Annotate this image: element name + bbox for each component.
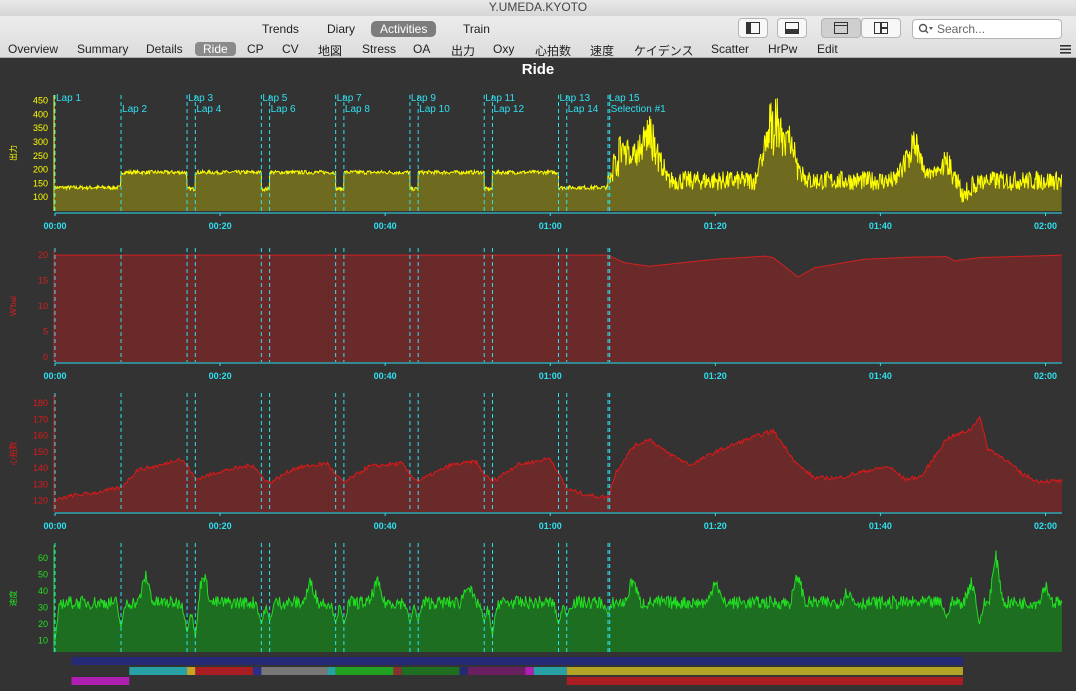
zone-bar[interactable] <box>71 657 963 665</box>
lap-label[interactable]: Lap 1 <box>56 93 81 104</box>
ride-chart[interactable]: 100150200250300350400450出力00:00 00:20 00:4… <box>0 0 1076 691</box>
x-tick-label: 00:40 <box>374 371 397 381</box>
x-tick-label: 00:40 <box>374 221 397 231</box>
x-tick-label: 00:00 <box>43 521 66 531</box>
power-y-tick: 100 <box>33 192 48 202</box>
speed-y-tick: 20 <box>38 619 48 629</box>
zone-bar[interactable] <box>533 667 567 675</box>
speed-y-label: 速度 <box>8 591 18 607</box>
zone-bar[interactable] <box>253 667 262 675</box>
x-tick-label: 01:20 <box>704 521 727 531</box>
heart_rate-y-tick: 170 <box>33 414 48 424</box>
lap-label[interactable]: Lap 15 <box>609 93 640 104</box>
heart_rate-y-tick: 160 <box>33 431 48 441</box>
zone-bar[interactable] <box>566 677 963 685</box>
w_bal-y-tick: 15 <box>38 276 48 286</box>
power-y-tick: 250 <box>33 151 48 161</box>
power-y-tick: 200 <box>33 165 48 175</box>
lap-label[interactable]: Lap 12 <box>493 104 524 115</box>
power-y-tick: 400 <box>33 109 48 119</box>
x-tick-label: 02:00 <box>1034 521 1057 531</box>
zone-bar[interactable] <box>327 667 336 675</box>
w_bal-y-tick: 5 <box>43 326 48 336</box>
heart_rate-y-label: 心拍数 <box>8 442 18 466</box>
heart_rate-y-tick: 150 <box>33 447 48 457</box>
speed-y-tick: 50 <box>38 570 48 580</box>
power-y-tick: 450 <box>33 96 48 106</box>
x-tick-label: 00:00 <box>43 221 66 231</box>
x-tick-label: 01:40 <box>869 371 892 381</box>
lap-label[interactable]: Lap 4 <box>196 104 221 115</box>
lap-label[interactable]: Lap 11 <box>485 93 515 104</box>
zone-bar[interactable] <box>566 667 963 675</box>
x-tick-label: 01:00 <box>539 521 562 531</box>
x-tick-label: 01:20 <box>704 371 727 381</box>
lap-label[interactable]: Lap 10 <box>419 104 450 115</box>
x-tick-label: 00:40 <box>374 521 397 531</box>
w_bal-y-tick: 20 <box>38 250 48 260</box>
lap-label[interactable]: Lap 6 <box>271 104 296 115</box>
lap-label[interactable]: Lap 13 <box>560 93 591 104</box>
x-tick-label: 00:20 <box>209 221 232 231</box>
lap-label[interactable]: Lap 5 <box>262 93 287 104</box>
x-tick-label: 01:00 <box>539 221 562 231</box>
power-y-tick: 350 <box>33 123 48 133</box>
x-tick-label: 00:00 <box>43 371 66 381</box>
x-tick-label: 00:20 <box>209 371 232 381</box>
power-y-tick: 150 <box>33 178 48 188</box>
heart_rate-y-tick: 130 <box>33 479 48 489</box>
zone-bar[interactable] <box>261 667 328 675</box>
zone-bar[interactable] <box>129 667 188 675</box>
power-y-tick: 300 <box>33 137 48 147</box>
heart_rate-y-tick: 120 <box>33 496 48 506</box>
x-tick-label: 02:00 <box>1034 221 1057 231</box>
zone-bar[interactable] <box>525 667 534 675</box>
lap-label[interactable]: Lap 9 <box>411 93 436 104</box>
lap-label[interactable]: Lap 2 <box>122 104 147 115</box>
w_bal-y-tick: 10 <box>38 301 48 311</box>
x-tick-label: 02:00 <box>1034 371 1057 381</box>
lap-label[interactable]: Lap 7 <box>337 93 362 104</box>
lap-label[interactable]: Lap 8 <box>345 104 370 115</box>
speed-y-tick: 30 <box>38 603 48 613</box>
w_bal-y-label: W'bal <box>9 296 18 316</box>
x-tick-label: 01:00 <box>539 371 562 381</box>
x-tick-label: 01:20 <box>704 221 727 231</box>
x-tick-label: 00:20 <box>209 521 232 531</box>
speed-y-tick: 60 <box>38 553 48 563</box>
lap-label[interactable]: Selection #1 <box>611 104 666 115</box>
speed-y-tick: 40 <box>38 586 48 596</box>
zone-bar[interactable] <box>187 667 196 675</box>
lap-label[interactable]: Lap 14 <box>568 104 599 115</box>
zone-bar[interactable] <box>393 667 402 675</box>
speed-y-tick: 10 <box>38 635 48 645</box>
zone-bar[interactable] <box>459 667 468 675</box>
w_bal-y-tick: 0 <box>43 352 48 362</box>
x-tick-label: 01:40 <box>869 221 892 231</box>
zone-bar[interactable] <box>195 667 254 675</box>
zone-bar[interactable] <box>467 667 526 675</box>
lap-label[interactable]: Lap 3 <box>188 93 213 104</box>
heart_rate-y-tick: 140 <box>33 463 48 473</box>
power-y-label: 出力 <box>8 145 18 161</box>
zone-bar[interactable] <box>71 677 130 685</box>
heart_rate-y-tick: 180 <box>33 398 48 408</box>
x-tick-label: 01:40 <box>869 521 892 531</box>
zone-bar[interactable] <box>401 667 460 675</box>
zone-bar[interactable] <box>335 667 394 675</box>
